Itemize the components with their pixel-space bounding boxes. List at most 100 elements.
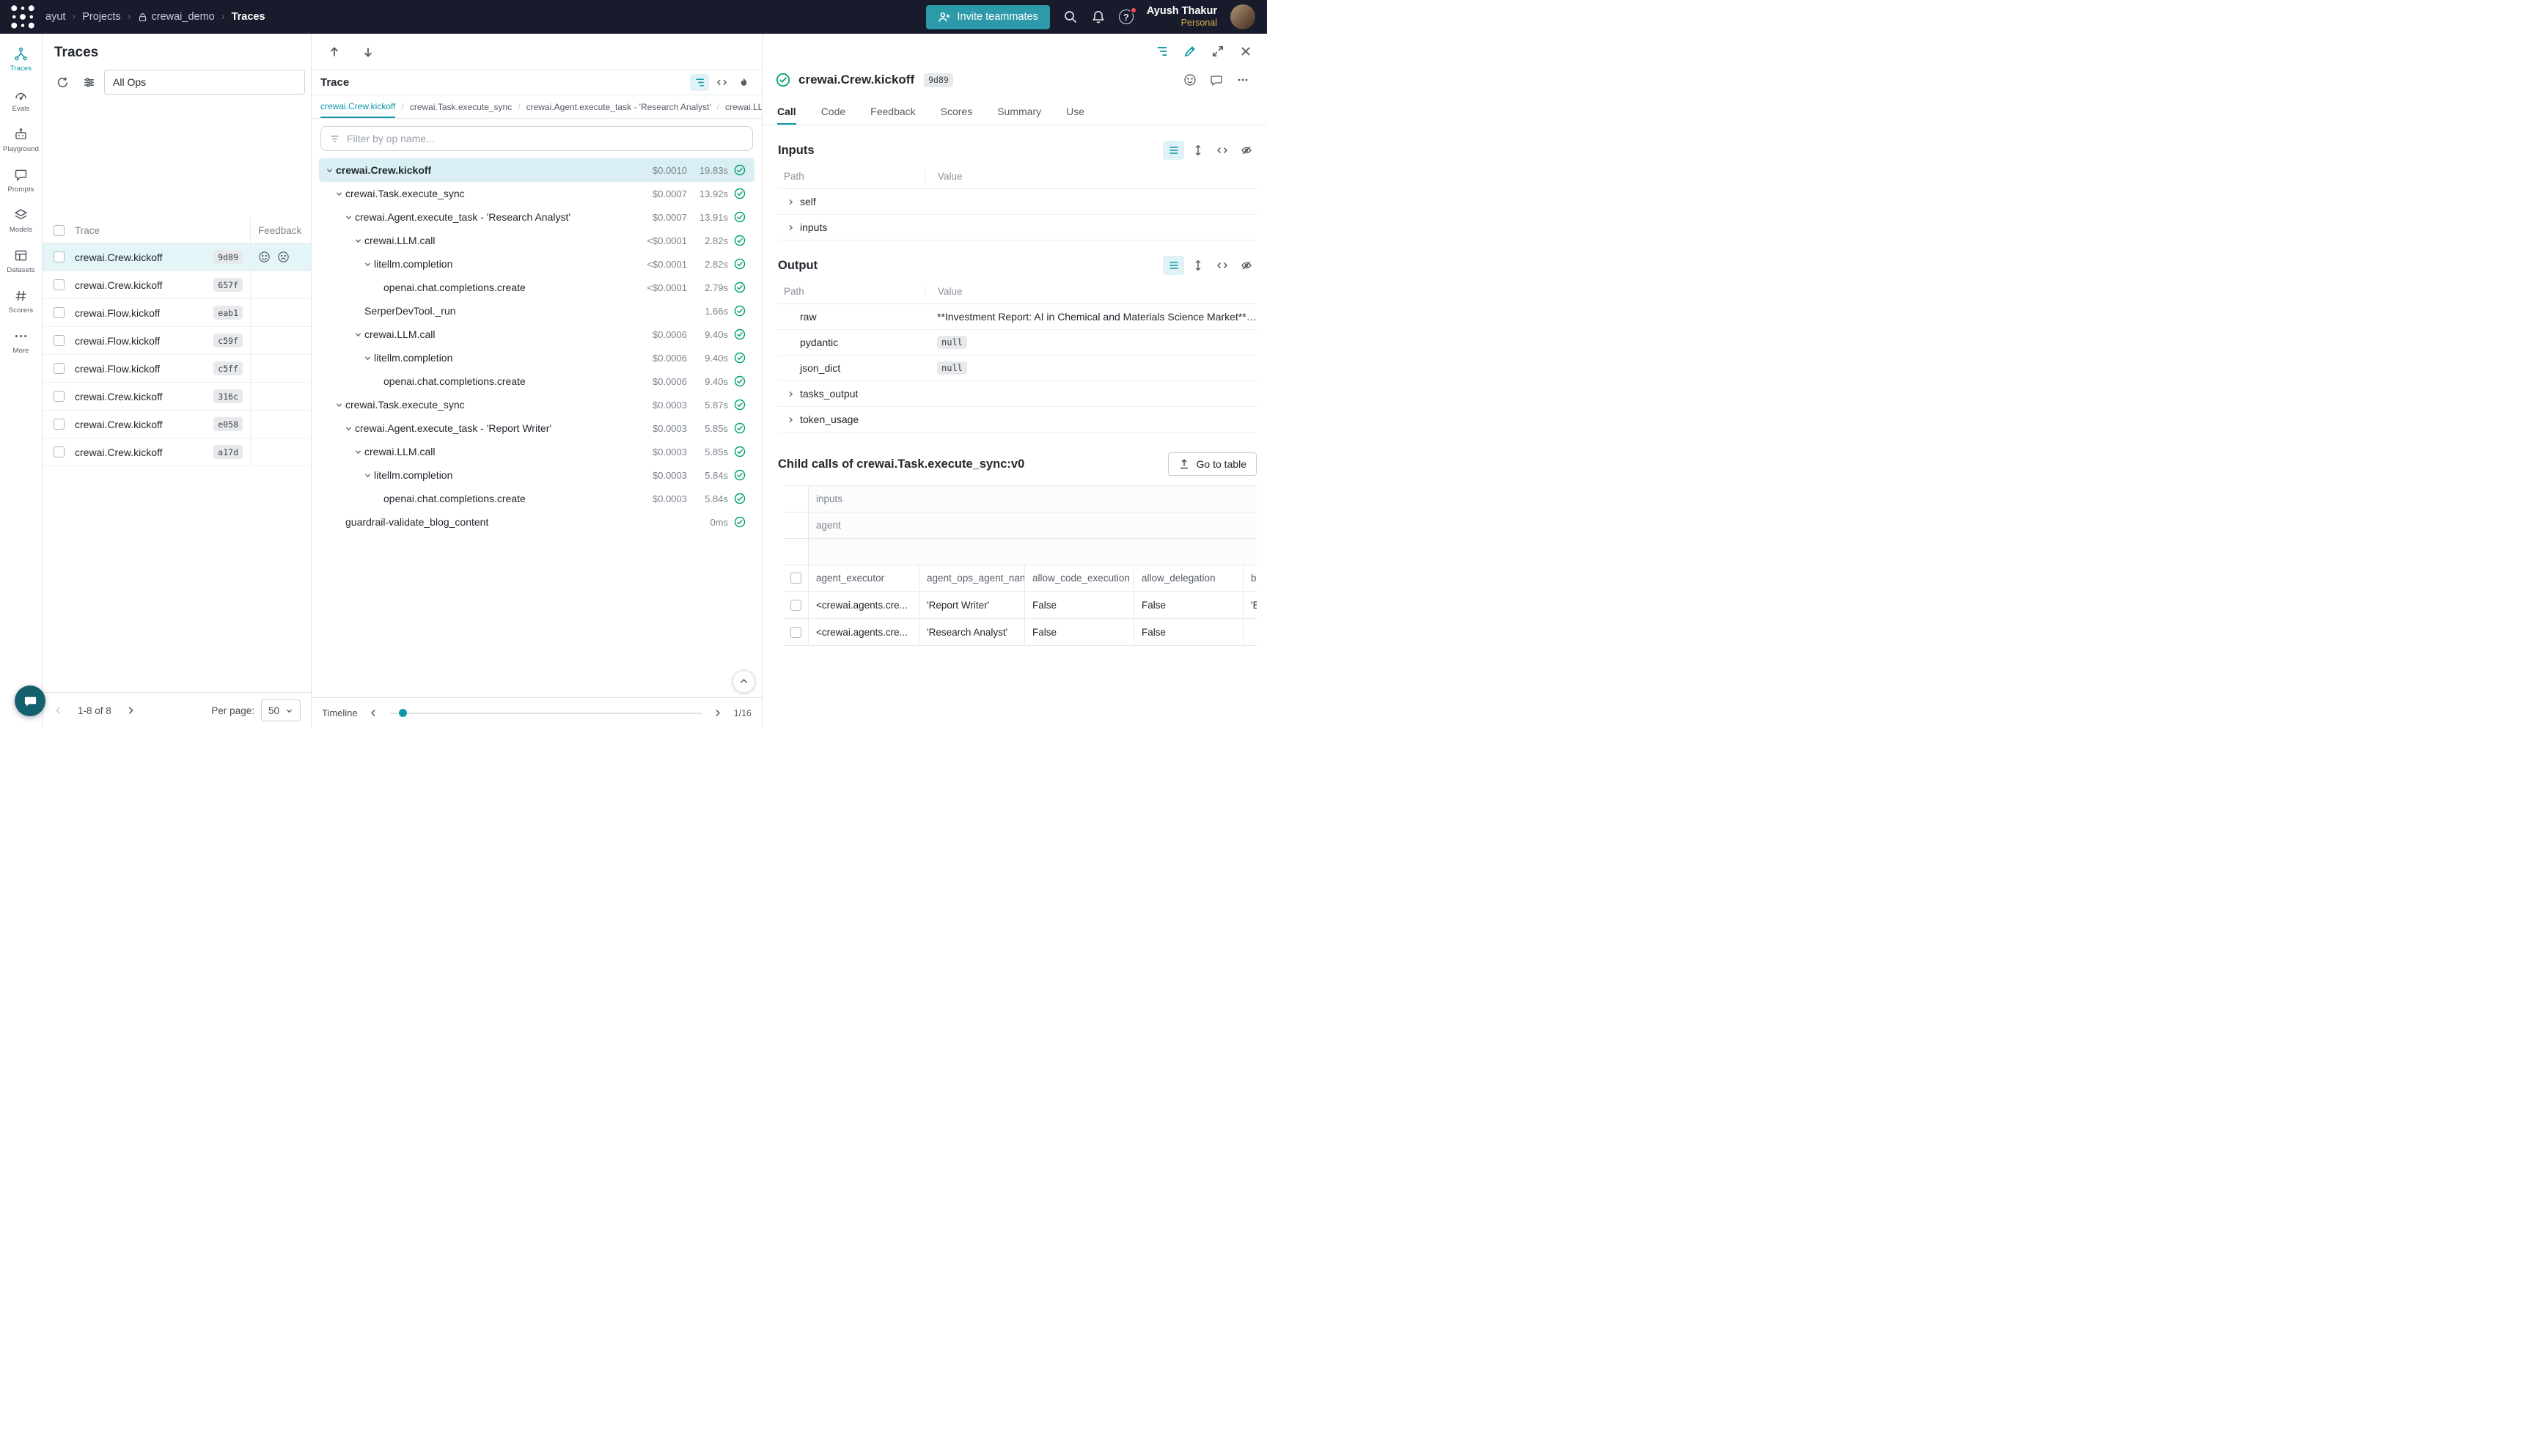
sidebar-item-models[interactable]: Models (1, 202, 41, 238)
breadcrumb-entity[interactable]: ayut (45, 11, 65, 23)
trace-row[interactable]: crewai.Flow.kickoffc5ff (43, 355, 311, 383)
tree-view-button[interactable] (690, 74, 709, 91)
chevron-down-icon[interactable] (352, 446, 364, 458)
tab-use[interactable]: Use (1066, 98, 1084, 125)
call-id-badge[interactable]: 9d89 (924, 73, 953, 87)
breadcrumb-project[interactable]: crewai_demo (138, 11, 215, 23)
tree-call-row[interactable]: openai.chat.completions.create<$0.00012.… (319, 276, 754, 299)
select-all-checkbox[interactable] (790, 573, 801, 584)
list-view-button[interactable] (1163, 141, 1184, 160)
op-filter-input[interactable] (347, 133, 744, 144)
row-checkbox[interactable] (790, 600, 801, 611)
row-checkbox[interactable] (54, 279, 65, 290)
tree-call-row[interactable]: crewai.Task.execute_sync$0.00035.87s (319, 393, 754, 416)
row-checkbox[interactable] (54, 251, 65, 262)
chevron-down-icon[interactable] (361, 469, 374, 482)
tree-call-row[interactable]: crewai.Agent.execute_task - 'Report Writ… (319, 416, 754, 440)
timeline-prev-button[interactable] (367, 706, 381, 721)
per-page-select[interactable]: 50 (261, 699, 301, 721)
scroll-to-top-button[interactable] (732, 670, 755, 693)
tree-call-row[interactable]: crewai.Task.execute_sync$0.000713.92s (319, 182, 754, 205)
sidebar-item-traces[interactable]: Traces (1, 41, 41, 77)
call-crumb[interactable]: crewai.Crew.kickoff (320, 95, 395, 118)
chevron-right-icon[interactable] (784, 387, 798, 401)
avatar[interactable] (1230, 4, 1255, 29)
tab-feedback[interactable]: Feedback (870, 98, 915, 125)
chevron-down-icon[interactable] (323, 164, 336, 177)
sidebar-item-prompts[interactable]: Prompts (1, 162, 41, 198)
tree-call-row[interactable]: crewai.LLM.call<$0.00012.82s (319, 229, 754, 252)
tree-call-row[interactable]: crewai.LLM.call$0.00069.40s (319, 323, 754, 346)
chevron-down-icon[interactable] (333, 188, 345, 200)
row-checkbox[interactable] (790, 627, 801, 638)
hide-values-button[interactable] (1235, 256, 1257, 275)
column-settings-button[interactable] (78, 71, 100, 93)
chat-support-button[interactable] (15, 685, 45, 716)
tree-call-row[interactable]: crewai.Agent.execute_task - 'Research An… (319, 205, 754, 229)
wandb-logo[interactable] (10, 4, 35, 29)
trace-row[interactable]: crewai.Crew.kickoff316c (43, 383, 311, 411)
chevron-down-icon[interactable] (352, 235, 364, 247)
tab-summary[interactable]: Summary (997, 98, 1041, 125)
tree-call-row[interactable]: crewai.Crew.kickoff$0.001019.83s (319, 158, 754, 182)
child-call-row[interactable]: <crewai.agents.cre...'Report Writer'Fals… (784, 592, 1257, 619)
call-crumb[interactable]: crewai.Agent.execute_task - 'Research An… (526, 95, 711, 118)
row-checkbox[interactable] (54, 391, 65, 402)
chevron-right-icon[interactable] (784, 195, 798, 209)
nav-down-button[interactable] (357, 41, 379, 63)
chevron-down-icon[interactable] (361, 352, 374, 364)
row-checkbox[interactable] (54, 335, 65, 346)
invite-teammates-button[interactable]: Invite teammates (926, 5, 1049, 29)
expand-all-button[interactable] (1187, 256, 1208, 275)
timeline-next-button[interactable] (710, 706, 725, 721)
overflow-menu-button[interactable] (1232, 69, 1254, 91)
row-checkbox[interactable] (54, 363, 65, 374)
chevron-down-icon[interactable] (352, 328, 364, 341)
breadcrumb-traces[interactable]: Traces (232, 11, 265, 23)
expand-all-button[interactable] (1187, 141, 1208, 160)
child-call-row[interactable]: <crewai.agents.cre...'Research Analyst'F… (784, 619, 1257, 646)
chevron-down-icon[interactable] (342, 422, 355, 435)
trace-row[interactable]: crewai.Flow.kickoffeab1 (43, 299, 311, 327)
chevron-down-icon[interactable] (342, 211, 355, 224)
tree-call-row[interactable]: openai.chat.completions.create$0.00035.8… (319, 487, 754, 510)
notifications-bell-icon[interactable] (1091, 10, 1106, 24)
chevron-right-icon[interactable] (784, 221, 798, 235)
feedback-positive-icon[interactable] (258, 251, 271, 263)
sidebar-item-evals[interactable]: Evals (1, 81, 41, 117)
chevron-right-icon[interactable] (784, 413, 798, 427)
call-crumb[interactable]: crewai.LLM.call (725, 95, 762, 118)
tree-call-row[interactable]: SerperDevTool._run1.66s (319, 299, 754, 323)
tree-call-row[interactable]: litellm.completion$0.00035.84s (319, 463, 754, 487)
refresh-button[interactable] (51, 71, 73, 93)
fullscreen-button[interactable] (1207, 40, 1229, 62)
split-view-button[interactable] (1151, 40, 1173, 62)
tab-scores[interactable]: Scores (941, 98, 973, 125)
list-view-button[interactable] (1163, 256, 1184, 275)
tab-call[interactable]: Call (777, 98, 796, 125)
code-view-button[interactable] (712, 74, 731, 91)
select-all-checkbox[interactable] (54, 225, 65, 236)
flame-graph-button[interactable] (734, 74, 753, 91)
feedback-negative-icon[interactable] (277, 251, 290, 263)
sidebar-item-playground[interactable]: Playground (1, 122, 41, 158)
close-icon[interactable] (1235, 40, 1257, 62)
tree-call-row[interactable]: litellm.completion$0.00069.40s (319, 346, 754, 369)
sidebar-item-datasets[interactable]: Datasets (1, 243, 41, 279)
tree-call-row[interactable]: guardrail-validate_blog_content0ms (319, 510, 754, 534)
trace-row[interactable]: crewai.Crew.kickoffe058 (43, 411, 311, 438)
nav-up-button[interactable] (323, 41, 345, 63)
help-button[interactable]: ? (1119, 10, 1134, 24)
trace-row[interactable]: crewai.Crew.kickoffa17d (43, 438, 311, 466)
sidebar-item-more[interactable]: More (1, 323, 41, 359)
json-view-button[interactable] (1211, 141, 1233, 160)
timeline-slider[interactable] (390, 713, 702, 714)
comment-button[interactable] (1205, 69, 1227, 91)
edit-button[interactable] (1179, 40, 1201, 62)
ops-filter-dropdown[interactable]: All Ops (104, 70, 305, 95)
json-view-button[interactable] (1211, 256, 1233, 275)
trace-row[interactable]: crewai.Crew.kickoff657f (43, 271, 311, 299)
trace-row[interactable]: crewai.Flow.kickoffc59f (43, 327, 311, 355)
chevron-down-icon[interactable] (361, 258, 374, 271)
call-crumb[interactable]: crewai.Task.execute_sync (410, 95, 512, 118)
